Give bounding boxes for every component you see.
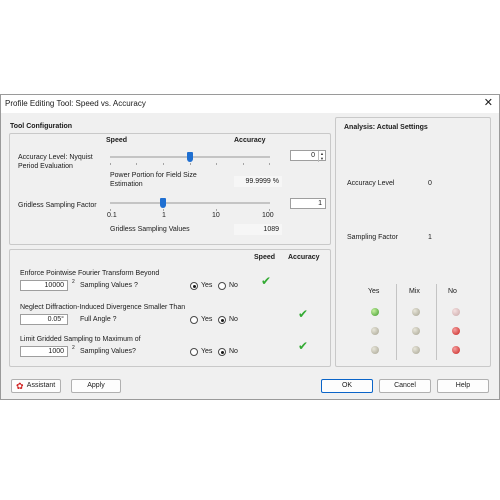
accuracy-level-spinbox[interactable]: 0 ▲ ▼: [290, 150, 326, 162]
slider-tick: [216, 209, 217, 211]
speed-accuracy-options-panel: Speed Accuracy Enforce Pointwise Fourier…: [9, 249, 331, 367]
gridless-sampling-slider[interactable]: [110, 196, 270, 212]
cancel-button[interactable]: Cancel: [379, 379, 431, 393]
fourier-no-radio[interactable]: [218, 282, 226, 290]
title-bar: Profile Editing Tool: Speed vs. Accuracy…: [1, 95, 499, 113]
analysis-col-yes: Yes: [368, 288, 380, 295]
analysis-col-mix: Mix: [409, 288, 420, 295]
gridless-sampling-values-value: 1089: [234, 224, 282, 235]
accuracy-slider-thumb[interactable]: [187, 152, 193, 162]
gridless-sampling-factor-input[interactable]: 1: [290, 198, 326, 209]
divergence-accuracy-check-icon: ✔: [298, 307, 309, 321]
window-title: Profile Editing Tool: Speed vs. Accuracy: [5, 99, 146, 108]
fourier-no-label: No: [229, 282, 238, 289]
analysis-title: Analysis: Actual Settings: [344, 124, 428, 131]
indicator-light-gray: [412, 327, 420, 335]
divergence-yes-radio[interactable]: [190, 316, 198, 324]
slider-tick: [269, 209, 270, 211]
fourier-sampling-input[interactable]: 10000: [20, 280, 68, 291]
analysis-divider: [396, 284, 397, 360]
indicator-light-gray: [412, 308, 420, 316]
analysis-sampling-factor-label: Sampling Factor: [347, 234, 398, 241]
divergence-no-label: No: [229, 316, 238, 323]
gridded-exponent: 2: [72, 345, 75, 351]
gridless-slider-thumb[interactable]: [159, 198, 166, 208]
apply-button[interactable]: Apply: [71, 379, 121, 393]
slider-tick-label: 0.1: [107, 212, 117, 219]
slider-tick: [269, 163, 270, 165]
slider-tick: [163, 163, 164, 165]
divergence-suffix: Full Angle ?: [80, 316, 117, 323]
gridless-sampling-values-label: Gridless Sampling Values: [110, 226, 190, 233]
analysis-col-no: No: [448, 288, 457, 295]
gridded-accuracy-check-icon: ✔: [298, 339, 309, 353]
divergence-no-radio[interactable]: [218, 316, 226, 324]
slider-tick: [163, 209, 164, 211]
assistant-button[interactable]: ✿ Assistant: [11, 379, 61, 393]
nyquist-label-line1: Accuracy Level: Nyquist: [18, 154, 93, 161]
indicator-light-red: [452, 327, 460, 335]
fourier-yes-radio[interactable]: [190, 282, 198, 290]
tool-configuration-panel: Speed Accuracy Accuracy Level: Nyquist P…: [9, 133, 331, 245]
indicator-light-red: [452, 346, 460, 354]
accuracy-label: Accuracy: [234, 137, 266, 144]
close-icon[interactable]: ✕: [484, 97, 493, 109]
gridded-sampling-input[interactable]: 1000: [20, 346, 68, 357]
slider-tick: [216, 163, 217, 165]
analysis-accuracy-level-value: 0: [428, 180, 432, 187]
slider-tick-label: 100: [262, 212, 274, 219]
analysis-sampling-factor-value: 1: [428, 234, 432, 241]
gridded-suffix: Sampling Values?: [80, 348, 136, 355]
analysis-accuracy-level-label: Accuracy Level: [347, 180, 395, 187]
gridded-no-label: No: [229, 348, 238, 355]
ok-button[interactable]: OK: [321, 379, 373, 393]
power-portion-value: 99.9999 %: [234, 176, 282, 187]
slider-tick: [110, 163, 111, 165]
slider-tick-label: 10: [212, 212, 220, 219]
divergence-option-label: Neglect Diffraction-Induced Divergence S…: [20, 304, 186, 311]
gridless-slider-track: [110, 202, 270, 204]
nyquist-label-line2: Period Evaluation: [18, 163, 73, 170]
fourier-yes-label: Yes: [201, 282, 213, 289]
accuracy-slider[interactable]: [110, 150, 270, 166]
power-portion-label-line1: Power Portion for Field Size: [110, 172, 197, 179]
fourier-option-label: Enforce Pointwise Fourier Transform Beyo…: [20, 270, 160, 277]
gridded-option-label: Limit Gridded Sampling to Maximum of: [20, 336, 141, 343]
indicator-light-gray: [371, 346, 379, 354]
indicator-light-gray: [371, 327, 379, 335]
divergence-angle-input[interactable]: 0.05°: [20, 314, 68, 325]
fourier-exponent: 2: [72, 279, 75, 285]
gridded-yes-radio[interactable]: [190, 348, 198, 356]
slider-tick: [243, 163, 244, 165]
indicator-light-gray: [412, 346, 420, 354]
analysis-divider: [436, 284, 437, 360]
spin-arrows-icon[interactable]: ▲ ▼: [318, 151, 325, 162]
gridded-no-radio[interactable]: [218, 348, 226, 356]
indicator-light-green: [371, 308, 379, 316]
assistant-icon: ✿: [16, 381, 24, 391]
gridded-yes-label: Yes: [201, 348, 213, 355]
divergence-yes-label: Yes: [201, 316, 213, 323]
options-speed-header: Speed: [254, 254, 276, 261]
help-button[interactable]: Help: [437, 379, 489, 393]
gridless-sampling-factor-label: Gridless Sampling Factor: [18, 202, 97, 209]
speed-label: Speed: [106, 137, 128, 144]
options-accuracy-header: Accuracy: [288, 254, 320, 261]
analysis-panel: Analysis: Actual Settings Accuracy Level…: [335, 117, 491, 367]
slider-tick-label: 1: [162, 212, 166, 219]
indicator-light-pink: [452, 308, 460, 316]
accuracy-level-value: 0: [311, 152, 315, 159]
slider-tick: [110, 209, 111, 211]
slider-tick: [136, 163, 137, 165]
slider-tick: [190, 163, 191, 165]
power-portion-label-line2: Estimation: [110, 181, 143, 188]
dialog-window: Profile Editing Tool: Speed vs. Accuracy…: [0, 94, 500, 400]
tool-configuration-title: Tool Configuration: [10, 123, 73, 130]
fourier-speed-check-icon: ✔: [261, 274, 272, 288]
fourier-suffix: Sampling Values ?: [80, 282, 138, 289]
